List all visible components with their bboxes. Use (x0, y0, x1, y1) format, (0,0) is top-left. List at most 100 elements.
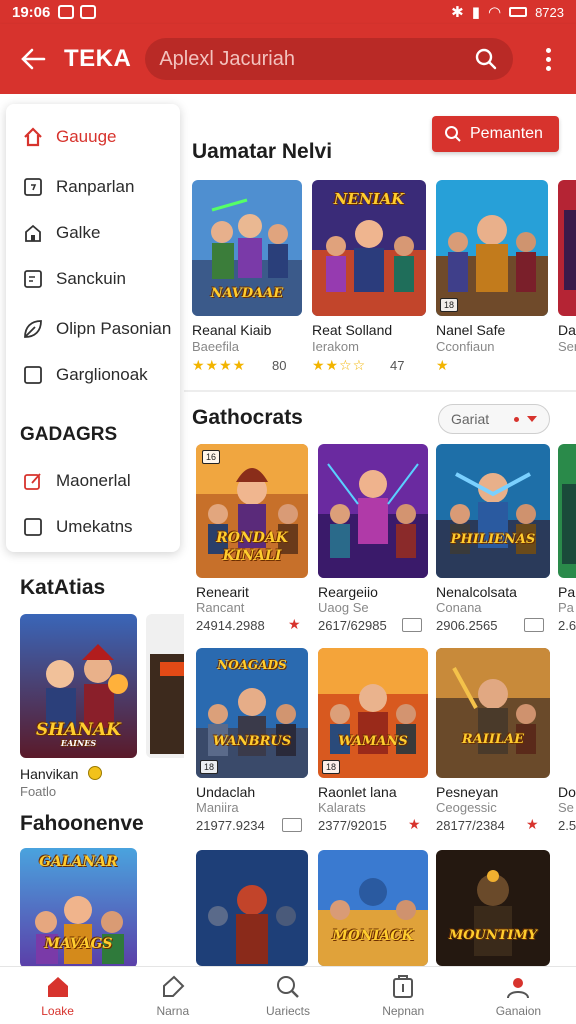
dot (545, 56, 551, 62)
dot (545, 47, 551, 53)
game-subtitle: Cconfiaun (436, 339, 495, 354)
game-subtitle: Kalarats (318, 800, 366, 815)
game-title: Pesneyan (436, 784, 499, 800)
game-title: Reanal Kiaib (192, 322, 272, 338)
menu-item-square[interactable]: Garglionoak (22, 364, 148, 386)
game-cover: MONIACK (318, 850, 428, 966)
nav-item-search[interactable]: Uariects (230, 967, 345, 1024)
menu-item-label: Ranparlan (56, 177, 135, 196)
game-title: Renearit (196, 584, 249, 600)
wifi-icon: ◠ (487, 4, 502, 21)
search-icon (444, 125, 462, 143)
game-cover: 16 RONDAK KINALI (196, 444, 308, 578)
status-time: 19:06 (12, 3, 51, 21)
clipboard-icon (389, 973, 417, 1001)
game-art (558, 444, 576, 578)
menu-item-label: Olipn Pasonian (56, 319, 172, 338)
bluetooth-icon: ✱ (451, 4, 464, 21)
search-bar[interactable] (145, 38, 514, 80)
cover-title: WANBRUS (212, 734, 292, 749)
square-icon (22, 516, 44, 538)
game-cover (558, 180, 576, 316)
square-icon (22, 364, 44, 386)
cover-title: NAVDAAE (210, 286, 284, 301)
cover-title: PHILIENAS (450, 532, 536, 547)
menu-item-note[interactable]: Sanckuin (22, 268, 126, 290)
rating-stars: ★★★★ (192, 357, 247, 373)
app-notification-icon (80, 5, 97, 19)
nav-item-profile[interactable]: Ganaion (461, 967, 576, 1024)
game-title: Nenalcolsata (436, 584, 517, 600)
app-bar: TEKA (0, 24, 576, 94)
game-subtitle: Ierakom (312, 339, 359, 354)
game-title: Do (558, 784, 576, 800)
katatias-heading: KatAtias (20, 576, 106, 599)
section-divider (184, 390, 576, 392)
game-meta: 2906.2565 (436, 618, 498, 633)
game-cover: NAVDAAE (192, 180, 302, 316)
section-title-featured: Uamatar Nelvi (192, 140, 333, 163)
status-notification-icons (58, 5, 97, 19)
game-subtitle: Pa (558, 600, 574, 615)
rating-value: 47 (390, 358, 405, 373)
nav-item-clipboard[interactable]: Nepnan (346, 967, 461, 1024)
dot (545, 65, 551, 71)
download-icon (402, 618, 422, 632)
game-art (146, 614, 184, 758)
fahoonenve-card-cover[interactable]: GALANAR MAVAGS (20, 848, 137, 968)
katatias-card-title: Hanvikan (20, 766, 79, 782)
search-icon[interactable] (473, 46, 499, 72)
filter-dropdown[interactable]: Gariat (438, 404, 550, 434)
cover-top-text: NOAGADS (217, 658, 287, 672)
leaf-icon (22, 318, 44, 340)
arrow-left-icon (21, 48, 46, 70)
game-subtitle: Uaog Se (318, 600, 369, 615)
menu-item-checkbox[interactable]: Umekatns (22, 516, 133, 538)
game-subtitle: Rancant (196, 600, 245, 615)
favorite-icon: ★ (526, 816, 539, 832)
favorite-icon: ★ (408, 816, 421, 832)
status-bar: 19:06 ✱ ▮ ◠ 8723 (0, 0, 576, 24)
home-icon (44, 973, 72, 1001)
game-cover (318, 444, 428, 578)
menu-item-label: Galke (56, 223, 101, 242)
game-title: Reat Solland (312, 322, 393, 338)
back-button[interactable] (16, 42, 50, 76)
signal-icon: ▮ (471, 4, 480, 21)
game-subtitle: Baeefila (192, 339, 239, 354)
rating-stars: ★ (436, 357, 450, 373)
game-cover: PHILIENAS (436, 444, 550, 578)
age-rating-icon: 16 (202, 450, 220, 464)
dot (514, 416, 519, 422)
filter-value: Gariat (451, 411, 490, 427)
more-options-button[interactable] (536, 41, 560, 77)
menu-item-house[interactable]: Galke (22, 222, 100, 244)
menu-item-edit[interactable]: Maonerlal (22, 470, 131, 492)
katatias-card-sub: Foatlo (20, 784, 57, 799)
menu-item-label: Sanckuin (56, 269, 126, 288)
game-cover: RAIILAE (436, 648, 550, 778)
nav-label: Narna (156, 1004, 190, 1018)
menu-item-calendar[interactable]: Ranparlan (22, 176, 134, 198)
game-subtitle: Maniira (196, 800, 239, 815)
game-art (436, 444, 550, 578)
katatias-card-cover[interactable]: SHANAK EAINES (20, 614, 137, 758)
nav-item-tag[interactable]: Narna (115, 967, 230, 1024)
nav-label: Loake (41, 1004, 74, 1018)
menu-item-leaf[interactable]: Olipn Pasonian (22, 318, 171, 340)
game-title: Pa (558, 584, 576, 600)
promo-button-label: Pemanten (470, 125, 543, 142)
download-icon (524, 618, 544, 632)
search-input[interactable] (159, 47, 474, 71)
game-art (318, 648, 428, 778)
promo-button[interactable]: Pemanten (432, 116, 559, 152)
menu-item-home[interactable]: Gauuge (22, 126, 117, 148)
note-icon (22, 268, 44, 290)
rating-value: 80 (272, 358, 287, 373)
katatias-card-peek[interactable] (146, 614, 184, 758)
cover-top-text: GALANAR (39, 854, 118, 870)
status-right: ✱ ▮ ◠ 8723 (451, 3, 564, 21)
edit-icon (22, 470, 44, 492)
age-rating-icon: 18 (322, 760, 340, 774)
nav-item-home[interactable]: Loake (0, 967, 115, 1024)
